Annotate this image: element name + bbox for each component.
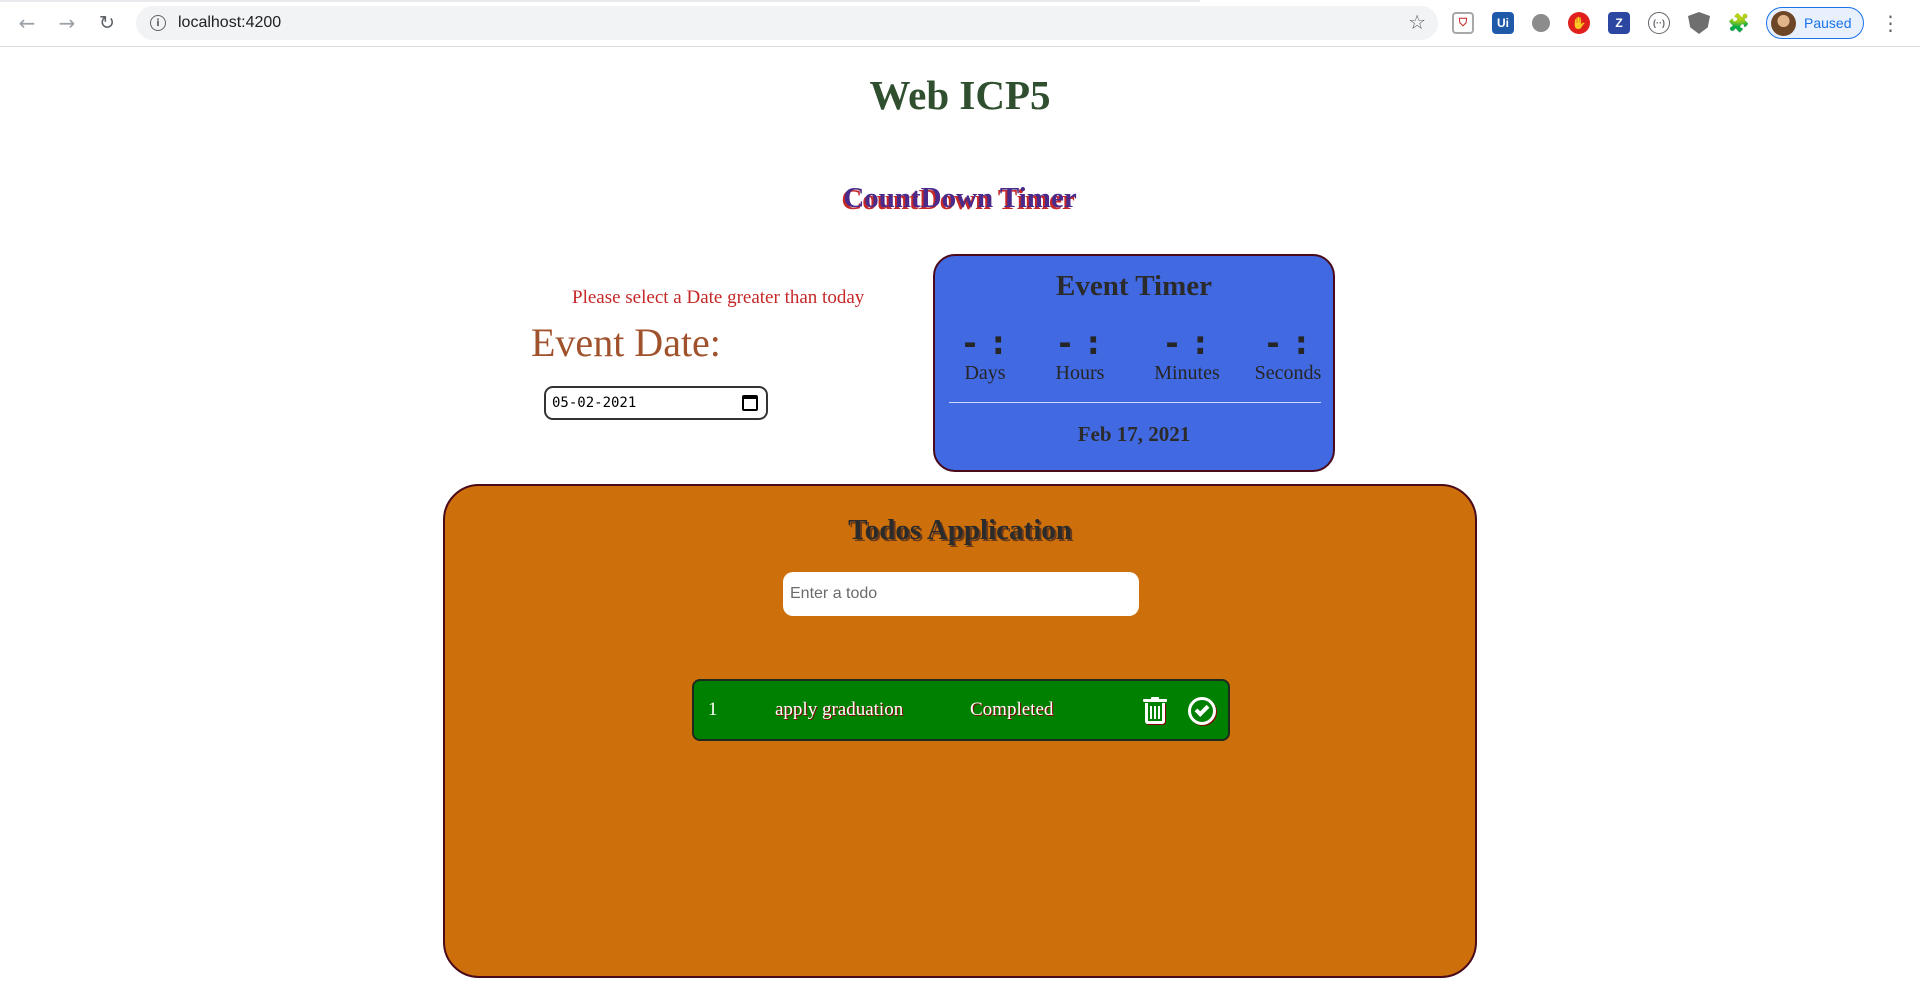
check-circle-icon[interactable] [1188, 697, 1216, 725]
profile-button[interactable]: Paused [1766, 7, 1865, 39]
pocket-icon[interactable]: ⛉ [1452, 12, 1474, 34]
forward-arrow-icon[interactable]: → [52, 8, 82, 38]
adblock-icon[interactable]: ✋ [1568, 12, 1590, 34]
todos-title: Todos Application [848, 514, 1072, 546]
trash-icon[interactable] [1143, 697, 1167, 725]
event-date-input[interactable]: 05-02-2021 [544, 386, 768, 420]
todos-panel: Todos Application 1 apply graduation Com… [443, 484, 1477, 978]
calendar-icon[interactable] [742, 395, 758, 411]
shield-extension-icon[interactable] [1688, 12, 1710, 34]
back-arrow-icon[interactable]: ← [12, 8, 42, 38]
zotero-icon[interactable]: Z [1608, 12, 1630, 34]
event-date-value[interactable]: 05-02-2021 [552, 395, 636, 411]
reload-icon[interactable]: ↻ [92, 8, 122, 38]
timer-hours-label: Hours [1055, 362, 1105, 384]
browser-toolbar: ← → ↻ i localhost:4200 ☆ ⛉ Ui ✋ Z (··) 🧩… [0, 0, 1920, 47]
page-title: Web ICP5 [869, 72, 1051, 118]
profile-status-label: Paused [1804, 15, 1852, 31]
timer-minutes-label: Minutes [1154, 362, 1220, 384]
event-date-label: Event Date: [531, 320, 721, 365]
timer-seconds-value: - : [1266, 324, 1310, 362]
address-bar[interactable]: i localhost:4200 ☆ [136, 6, 1438, 40]
timer-unit-days: - : Days [935, 326, 1035, 385]
avatar [1771, 10, 1796, 36]
timer-hours-value: - : [1058, 324, 1102, 362]
extension-circle-icon[interactable] [1532, 14, 1550, 32]
timer-days-value: - : [963, 324, 1007, 362]
timer-unit-hours: - : Hours [1030, 326, 1130, 385]
todo-input[interactable] [783, 572, 1139, 616]
bookmark-star-icon[interactable]: ☆ [1408, 10, 1426, 34]
url-text[interactable]: localhost:4200 [178, 14, 281, 32]
more-menu-icon[interactable]: ⋮ [1880, 11, 1900, 35]
timer-seconds-label: Seconds [1254, 362, 1322, 384]
timer-days-label: Days [964, 362, 1006, 384]
site-info-icon[interactable]: i [150, 15, 166, 31]
event-timer-panel: Event Timer - : Days - : Hours - : Minut… [933, 254, 1335, 472]
countdown-heading: CountDown Timer [843, 182, 1077, 214]
page-load-bar [0, 0, 1200, 2]
extension-ellipsis-icon[interactable]: (··) [1648, 12, 1670, 34]
event-timer-title: Event Timer [1055, 270, 1212, 302]
todo-status: Completed [970, 699, 1054, 720]
todo-item: 1 apply graduation Completed [692, 679, 1230, 741]
puzzle-icon[interactable]: 🧩 [1728, 12, 1750, 34]
event-timer-date: Feb 17, 2021 [1077, 422, 1191, 446]
todo-index: 1 [708, 699, 718, 720]
timer-unit-seconds: - : Seconds [1238, 326, 1338, 385]
timer-minutes-value: - : [1165, 324, 1209, 362]
timer-unit-minutes: - : Minutes [1137, 326, 1237, 385]
date-warning-text: Please select a Date greater than today [572, 287, 865, 308]
uipath-icon[interactable]: Ui [1492, 12, 1514, 34]
extensions-bar: ⛉ Ui ✋ Z (··) 🧩 [1452, 12, 1768, 34]
todo-text: apply graduation [775, 699, 904, 720]
timer-divider [949, 402, 1321, 403]
